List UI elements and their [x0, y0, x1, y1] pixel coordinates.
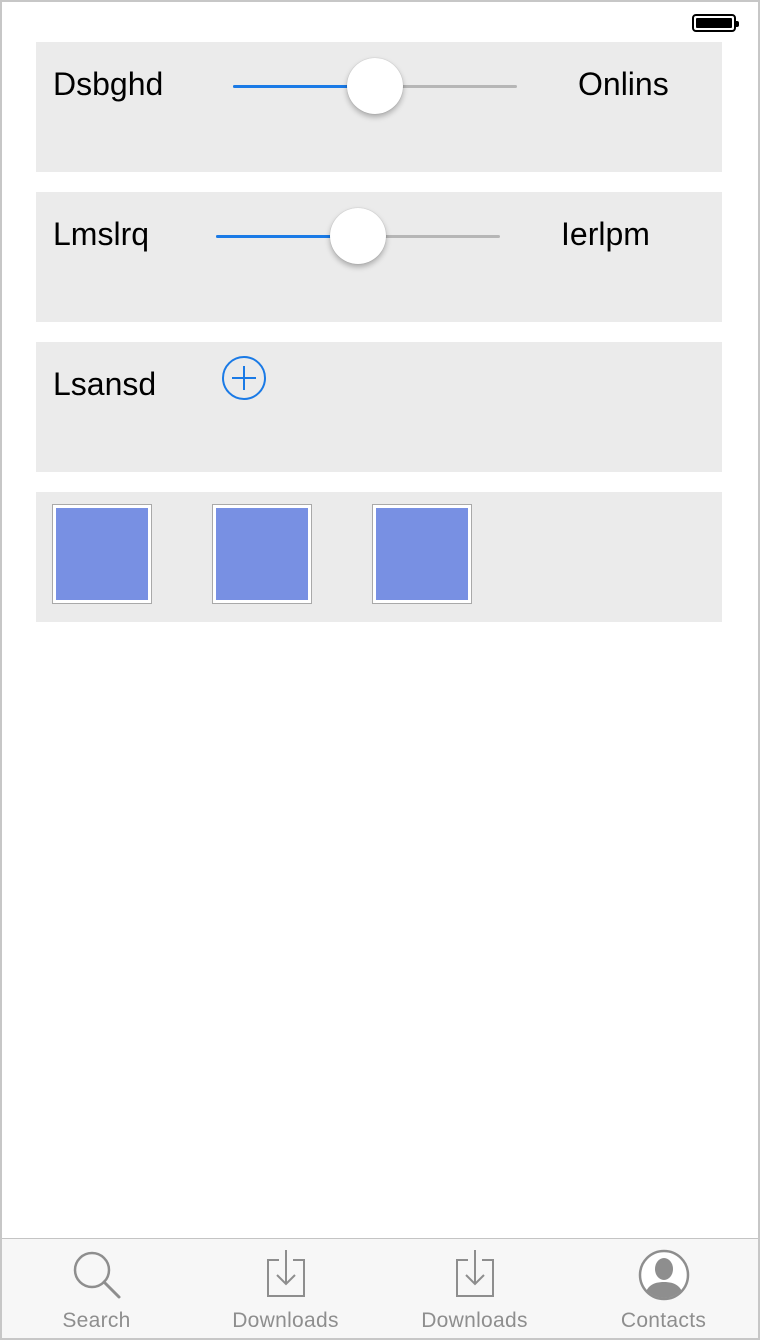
panel-2-label: Lmslrq — [53, 216, 150, 252]
search-icon — [73, 1251, 120, 1299]
panel-3-label: Lsansd — [53, 366, 157, 402]
add-button[interactable] — [221, 355, 267, 401]
panel-1-label: Dsbghd — [53, 66, 164, 102]
slider-1-thumb[interactable] — [347, 58, 403, 114]
battery-level-fill — [696, 18, 732, 28]
add-panel: Lsansd — [36, 342, 722, 472]
tab-downloads-1-label: Downloads — [232, 1309, 339, 1332]
slider-panel-2: Lmslrq Ierlpm — [36, 192, 722, 322]
tab-search[interactable]: Search — [2, 1239, 191, 1338]
tab-search-label: Search — [62, 1309, 131, 1332]
color-swatch-2[interactable] — [212, 504, 312, 604]
tab-downloads-2[interactable]: Downloads — [380, 1239, 569, 1338]
slider-panel-1: Dsbghd Onlins — [36, 42, 722, 172]
tab-bar: Search Downloads Downloads Contacts — [2, 1238, 758, 1338]
color-swatch-1-fill — [56, 508, 148, 600]
download-icon — [266, 1250, 305, 1297]
tab-downloads-1[interactable]: Downloads — [191, 1239, 380, 1338]
color-swatch-2-fill — [216, 508, 308, 600]
download-icon — [455, 1250, 494, 1297]
app-screen: Dsbghd Onlins Lmslrq Ierlpm Lsansd Searc… — [0, 0, 760, 1340]
panel-2-right-label: Ierlpm — [561, 216, 650, 252]
slider-1[interactable] — [233, 58, 517, 114]
tab-contacts[interactable]: Contacts — [569, 1239, 758, 1338]
tab-downloads-2-label: Downloads — [421, 1309, 528, 1332]
plus-circle-icon — [222, 356, 266, 400]
slider-2-thumb[interactable] — [330, 208, 386, 264]
contact-icon — [638, 1249, 689, 1301]
battery-nub — [736, 21, 739, 27]
battery-icon — [692, 14, 739, 32]
panel-1-right-label: Onlins — [578, 66, 669, 102]
color-swatch-3-fill — [376, 508, 468, 600]
slider-2[interactable] — [216, 208, 500, 264]
color-swatch-1[interactable] — [52, 504, 152, 604]
tab-contacts-label: Contacts — [620, 1309, 707, 1332]
color-swatch-3[interactable] — [372, 504, 472, 604]
swatch-panel — [36, 492, 722, 622]
